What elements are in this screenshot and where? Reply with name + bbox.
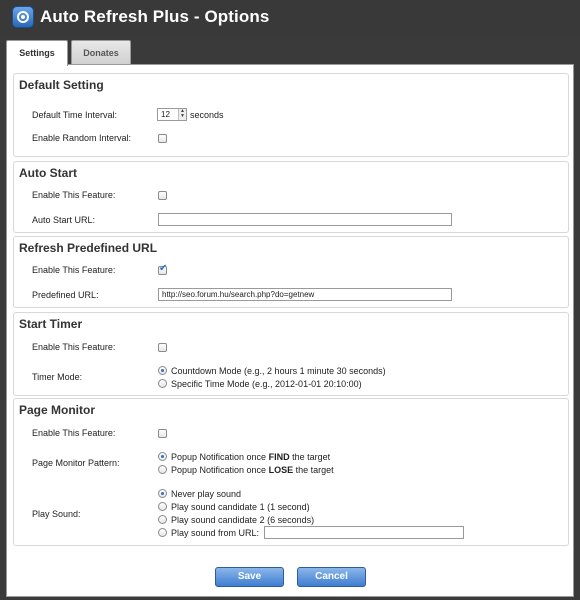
stepper-arrows-icon[interactable]: ▲ ▼ <box>178 109 186 120</box>
timer-mode-specific-radio[interactable] <box>158 379 167 388</box>
time-interval-value: 12 <box>161 110 170 119</box>
timer-enable-checkbox[interactable] <box>158 343 167 352</box>
refresh-target-icon <box>12 6 34 28</box>
play-sound-label: Play Sound: <box>32 509 81 519</box>
time-interval-stepper[interactable]: 12 ▲ ▼ <box>157 108 187 121</box>
sound-candidate2-radio[interactable] <box>158 515 167 524</box>
predefined-url-label: Predefined URL: <box>32 290 99 300</box>
random-interval-checkbox[interactable] <box>158 134 167 143</box>
tab-settings[interactable]: Settings <box>6 40 68 66</box>
pattern-lose-radio[interactable] <box>158 465 167 474</box>
save-button[interactable]: Save <box>215 567 284 587</box>
sound-never-radio[interactable] <box>158 489 167 498</box>
monitor-pattern-label: Page Monitor Pattern: <box>32 458 120 468</box>
monitor-enable-checkbox[interactable] <box>158 429 167 438</box>
sound-url-input[interactable] <box>264 526 464 539</box>
timer-mode-specific-label[interactable]: Specific Time Mode (e.g., 2012-01-01 20:… <box>171 379 362 389</box>
section-auto-start: Auto Start Enable This Feature: Auto Sta… <box>13 161 569 233</box>
timer-enable-label: Enable This Feature: <box>32 342 116 352</box>
section-start-timer: Start Timer Enable This Feature: Timer M… <box>13 312 569 396</box>
time-interval-unit: seconds <box>190 110 224 120</box>
sound-url-radio[interactable] <box>158 528 167 537</box>
timer-mode-label: Timer Mode: <box>32 372 83 382</box>
time-interval-label: Default Time Interval: <box>32 110 118 120</box>
auto-start-url-input[interactable] <box>158 213 452 226</box>
timer-mode-countdown-radio[interactable] <box>158 366 167 375</box>
section-default-setting: Default Setting Default Time Interval: 1… <box>13 73 569 157</box>
section-title: Auto Start <box>19 166 77 180</box>
section-title: Start Timer <box>19 317 83 331</box>
settings-panel: Default Setting Default Time Interval: 1… <box>6 64 574 597</box>
app-title: Auto Refresh Plus - Options <box>40 7 270 26</box>
auto-start-enable-checkbox[interactable] <box>158 191 167 200</box>
timer-mode-countdown-label[interactable]: Countdown Mode (e.g., 2 hours 1 minute 3… <box>171 366 386 376</box>
sound-never-label[interactable]: Never play sound <box>171 489 241 499</box>
title-bar: Auto Refresh Plus - Options <box>0 0 580 38</box>
predefined-enable-label: Enable This Feature: <box>32 265 116 275</box>
checkmark-icon: ✔ <box>159 263 168 274</box>
auto-start-url-label: Auto Start URL: <box>32 215 96 225</box>
section-title: Default Setting <box>19 78 104 92</box>
sound-candidate1-radio[interactable] <box>158 502 167 511</box>
section-page-monitor: Page Monitor Enable This Feature: Page M… <box>13 398 569 546</box>
pattern-lose-label[interactable]: Popup Notification once LOSE the target <box>171 465 334 475</box>
predefined-enable-checkbox[interactable]: ✔ <box>158 263 168 275</box>
monitor-enable-label: Enable This Feature: <box>32 428 116 438</box>
section-title: Page Monitor <box>19 403 96 417</box>
pattern-find-radio[interactable] <box>158 452 167 461</box>
pattern-find-label[interactable]: Popup Notification once FIND the target <box>171 452 330 462</box>
cancel-button[interactable]: Cancel <box>297 567 366 587</box>
sound-url-label[interactable]: Play sound from URL: <box>171 528 259 538</box>
section-title: Refresh Predefined URL <box>19 241 158 255</box>
random-interval-label: Enable Random Interval: <box>32 133 132 143</box>
sound-candidate2-label[interactable]: Play sound candidate 2 (6 seconds) <box>171 515 314 525</box>
sound-candidate1-label[interactable]: Play sound candidate 1 (1 second) <box>171 502 310 512</box>
predefined-url-input[interactable]: http://seo.forum.hu/search.php?do=getnew <box>158 288 452 301</box>
section-refresh-predefined-url: Refresh Predefined URL Enable This Featu… <box>13 236 569 308</box>
auto-start-enable-label: Enable This Feature: <box>32 190 116 200</box>
tab-donates[interactable]: Donates <box>71 40 131 65</box>
